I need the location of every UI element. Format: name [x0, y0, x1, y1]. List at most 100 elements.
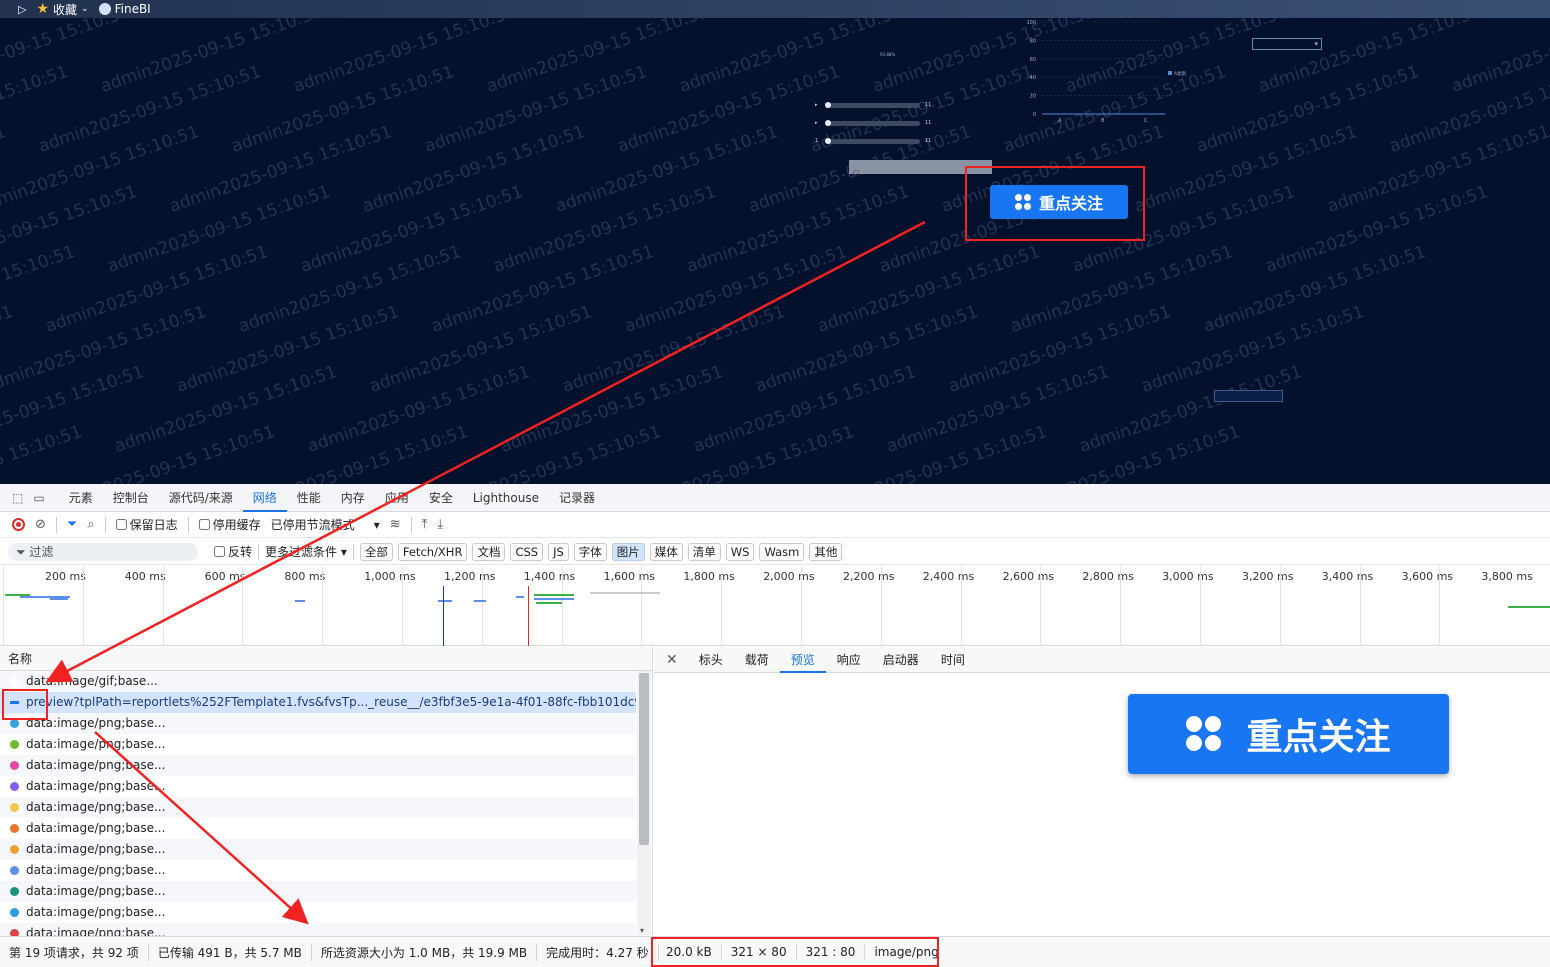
bookmark-finebi[interactable]: FineBI — [98, 2, 151, 16]
request-row[interactable]: data:image/png;base... — [0, 902, 636, 923]
mini-chart-title: 93.88% — [880, 52, 896, 57]
bookmark-favorites[interactable]: ★ 收藏 ⌄ — [36, 1, 88, 18]
network-conditions-icon[interactable]: ≋ — [390, 517, 401, 532]
list-scrollbar[interactable]: ▾ — [637, 671, 651, 935]
request-row[interactable]: data:image/gif;base... — [0, 671, 636, 692]
detail-tab-3[interactable]: 响应 — [826, 647, 872, 673]
request-row[interactable]: data:image/png;base... — [0, 818, 636, 839]
timeline-label: 3,800 ms — [1481, 570, 1533, 583]
timeline-gridline — [242, 566, 244, 646]
clear-icon[interactable]: ⊘ — [35, 517, 46, 532]
filter-chip[interactable]: 清单 — [687, 542, 721, 561]
watermark-text: admin2025-09-15 15:10:51 — [0, 421, 85, 484]
timeline-label: 3,600 ms — [1401, 570, 1454, 583]
tab-8[interactable]: Lighthouse — [463, 484, 549, 512]
filter-input[interactable]: ⏷ 过滤 — [8, 542, 198, 561]
timeline-gridline — [1040, 566, 1042, 646]
timeline-label: 3,000 ms — [1162, 570, 1214, 583]
request-row[interactable]: data:image/png;base... — [0, 860, 636, 881]
tab-0[interactable]: 元素 — [59, 484, 103, 512]
request-row[interactable]: data:image/png;base... — [0, 839, 636, 860]
filter-chip[interactable]: 全部 — [359, 542, 393, 561]
throttle-select[interactable]: 已停用节流模式 ▾ — [271, 516, 380, 533]
disable-cache-checkbox[interactable]: 停用缓存 — [198, 516, 261, 533]
filter-chip[interactable]: 字体 — [573, 542, 607, 561]
preserve-log-checkbox[interactable]: 保留日志 — [115, 516, 178, 533]
progress-row: 1 11 — [815, 138, 932, 144]
tab-1[interactable]: 控制台 — [103, 484, 159, 512]
filter-chip[interactable]: 其他 — [809, 542, 843, 561]
more-filters-dropdown[interactable]: 更多过滤条件 ▾ — [265, 543, 347, 560]
import-icon[interactable]: ⤒ — [422, 517, 428, 532]
timeline-label: 1,000 ms — [364, 570, 416, 583]
file-type-icon — [10, 761, 19, 770]
detail-tab-4[interactable]: 启动器 — [872, 647, 930, 673]
request-row[interactable]: data:image/png;base... — [0, 755, 636, 776]
timeline-gridline — [960, 566, 962, 646]
tab-7[interactable]: 安全 — [419, 484, 463, 512]
chart-x-tick: A — [1058, 118, 1062, 124]
progress-bars: ▸ 11 ▸ 11 1 11 — [815, 98, 935, 152]
mini-bar-chart: 100 80 60 40 20 0 A B C A类别 — [1026, 20, 1186, 124]
request-row[interactable]: data:image/png;base... — [0, 734, 636, 755]
detail-tab-0[interactable]: 标头 — [688, 647, 734, 673]
file-type-icon — [10, 803, 19, 812]
timeline-bar — [534, 594, 574, 596]
request-row[interactable]: preview?tplPath=reportlets%252FTemplate1… — [0, 692, 636, 713]
tab-4[interactable]: 性能 — [287, 484, 331, 512]
request-row[interactable]: data:image/png;base... — [0, 713, 636, 734]
timeline-label: 2,800 ms — [1082, 570, 1134, 583]
column-name-header[interactable]: 名称 — [0, 647, 652, 671]
invert-checkbox[interactable]: 反转 — [214, 543, 252, 560]
tab-3[interactable]: 网络 — [242, 484, 287, 512]
chart-y-tick: 0 — [1033, 112, 1036, 118]
tab-5[interactable]: 内存 — [331, 484, 375, 512]
status-resources: 所选资源大小为 1.0 MB，共 19.9 MB — [312, 943, 538, 961]
progress-row: ▸ 11 — [815, 120, 932, 126]
devtools-tabs: ⬚ ▭ 元素 控制台 源代码/来源 网络 性能 内存 应用 安全 Lighthouse 记录器 — [0, 484, 1550, 512]
search-icon[interactable]: ⌕ — [87, 517, 94, 532]
detail-tab-1[interactable]: 载荷 — [734, 647, 780, 673]
tab-2[interactable]: 源代码/来源 — [159, 484, 243, 512]
bookmarks-bar: ▷ ★ 收藏 ⌄ FineBI — [0, 0, 1550, 18]
timeline-gridline — [561, 566, 563, 646]
filter-icon[interactable]: ⏷ — [67, 517, 77, 532]
filter-chip[interactable]: JS — [548, 542, 569, 561]
filter-chip[interactable]: 图片 — [611, 542, 645, 561]
close-icon[interactable]: ✕ — [666, 652, 678, 668]
filter-chip[interactable]: Fetch/XHR — [397, 542, 468, 561]
filter-chip[interactable]: 文档 — [472, 542, 506, 561]
timeline-gridline — [721, 566, 723, 646]
progress-row: ▸ 11 — [815, 102, 932, 108]
filter-chip[interactable]: WS — [725, 542, 755, 561]
request-row[interactable]: data:image/png;base... — [0, 776, 636, 797]
request-detail-panel: ✕ 标头 载荷 预览 响应 启动器 时间 重点关注 — [654, 647, 1550, 935]
chart-x-tick: B — [1101, 118, 1105, 124]
record-icon[interactable] — [12, 518, 25, 531]
timeline-label: 600 ms — [204, 570, 246, 583]
request-row[interactable]: data:image/png;base... — [0, 797, 636, 818]
timeline-label: 1,600 ms — [603, 570, 656, 583]
export-icon[interactable]: ⤓ — [437, 517, 443, 532]
focus-button[interactable]: 重点关注 — [990, 185, 1128, 219]
sidebar-toggle-icon[interactable]: ▷ — [18, 3, 26, 16]
network-timeline[interactable]: 200 ms 400 ms 600 ms 800 ms 1,000 ms 1,200 ms… — [0, 566, 1550, 646]
timeline-label: 2,400 ms — [922, 570, 975, 583]
detail-tabs: ✕ 标头 载荷 预览 响应 启动器 时间 — [654, 647, 1550, 673]
detail-tab-5[interactable]: 时间 — [930, 647, 976, 673]
file-type-icon — [10, 824, 19, 833]
tab-6[interactable]: 应用 — [375, 484, 419, 512]
timeline-label: 3,200 ms — [1242, 570, 1294, 583]
filter-chip[interactable]: Wasm — [759, 542, 805, 561]
timeline-gridline — [322, 566, 324, 646]
tab-9[interactable]: 记录器 — [549, 484, 605, 512]
timeline-bar — [474, 600, 486, 602]
detail-tab-2[interactable]: 预览 — [779, 647, 826, 673]
request-row[interactable]: data:image/png;base... — [0, 881, 636, 902]
device-toolbar-icon[interactable]: ▭ — [33, 491, 44, 505]
dom-content-loaded-line — [443, 586, 444, 646]
inspect-element-icon[interactable]: ⬚ — [12, 491, 23, 505]
filter-chip[interactable]: CSS — [510, 542, 544, 561]
filter-chip[interactable]: 媒体 — [649, 542, 683, 561]
dashboard-select[interactable]: ▾ — [1252, 38, 1322, 50]
